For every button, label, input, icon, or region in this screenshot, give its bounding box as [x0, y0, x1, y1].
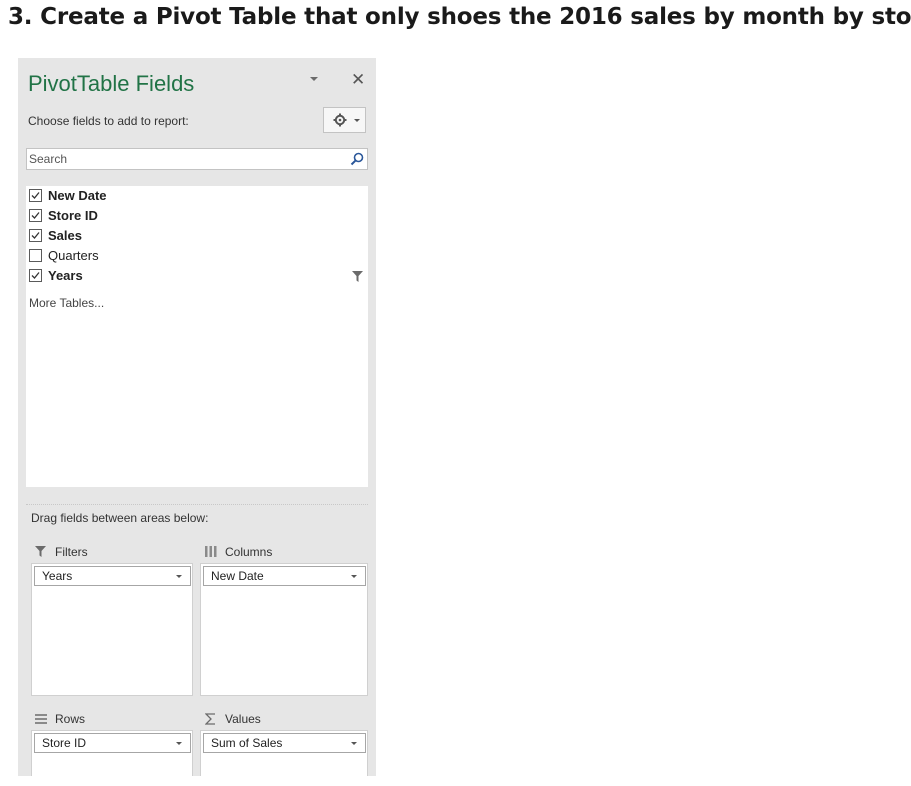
close-icon[interactable]: ✕ [351, 70, 365, 90]
checkbox-sales[interactable] [29, 229, 42, 242]
chevron-down-icon [176, 575, 182, 578]
filter-funnel-icon [35, 546, 46, 557]
checkbox-new-date[interactable] [29, 189, 42, 202]
pill-label: Years [42, 569, 73, 583]
values-label: Values [225, 712, 261, 726]
field-row-sales[interactable]: Sales [29, 227, 365, 245]
checkbox-check-icon [31, 272, 40, 279]
filters-drop-zone[interactable]: Years [31, 563, 193, 696]
sigma-icon [205, 713, 215, 725]
gear-icon [333, 113, 347, 127]
choose-fields-label: Choose fields to add to report: [28, 114, 189, 128]
field-row-new-date[interactable]: New Date [29, 187, 365, 205]
dropdown-caret-icon[interactable] [310, 77, 318, 81]
columns-icon [205, 546, 217, 557]
columns-label: Columns [225, 545, 273, 559]
checkbox-check-icon [31, 192, 40, 199]
field-label: New Date [48, 188, 107, 203]
chevron-down-icon [351, 742, 357, 745]
columns-field-new-date[interactable]: New Date [203, 566, 366, 586]
rows-drop-zone[interactable]: Store ID [31, 730, 193, 776]
search-icon [350, 152, 364, 166]
chevron-down-icon [176, 742, 182, 745]
pane-title: PivotTable Fields [28, 71, 195, 96]
values-field-sum-of-sales[interactable]: Sum of Sales [203, 733, 366, 753]
drag-fields-label: Drag fields between areas below: [31, 511, 209, 525]
filters-label: Filters [55, 545, 88, 559]
checkbox-store-id[interactable] [29, 209, 42, 222]
tools-button[interactable] [323, 107, 366, 133]
search-placeholder: Search [29, 152, 68, 166]
filters-field-years[interactable]: Years [34, 566, 191, 586]
field-row-years[interactable]: Years [29, 267, 365, 285]
field-row-store-id[interactable]: Store ID [29, 207, 365, 225]
search-input[interactable]: Search [26, 148, 368, 170]
rows-field-store-id[interactable]: Store ID [34, 733, 191, 753]
more-tables-link[interactable]: More Tables... [29, 296, 104, 310]
page-heading: 3. Create a Pivot Table that only shoes … [8, 4, 911, 30]
checkbox-quarters[interactable] [29, 249, 42, 262]
rows-label: Rows [55, 712, 86, 726]
chevron-down-icon [354, 119, 360, 122]
field-label: Quarters [48, 248, 99, 263]
checkbox-years[interactable] [29, 269, 42, 282]
pill-label: Sum of Sales [211, 736, 283, 750]
pivottable-fields-pane: PivotTable Fields ✕ Choose fields to add… [18, 58, 376, 776]
field-label: Years [48, 268, 83, 283]
pill-label: Store ID [42, 736, 87, 750]
field-label: Store ID [48, 208, 98, 223]
rows-icon [35, 714, 47, 724]
values-drop-zone[interactable]: Sum of Sales [200, 730, 368, 776]
divider [26, 504, 368, 505]
checkbox-check-icon [31, 212, 40, 219]
chevron-down-icon [351, 575, 357, 578]
filter-funnel-icon[interactable] [352, 271, 363, 282]
pill-label: New Date [211, 569, 264, 583]
columns-drop-zone[interactable]: New Date [200, 563, 368, 696]
field-list: New Date Store ID Sales Quarters Years M… [26, 186, 368, 487]
field-row-quarters[interactable]: Quarters [29, 247, 365, 265]
checkbox-check-icon [31, 232, 40, 239]
field-label: Sales [48, 228, 82, 243]
